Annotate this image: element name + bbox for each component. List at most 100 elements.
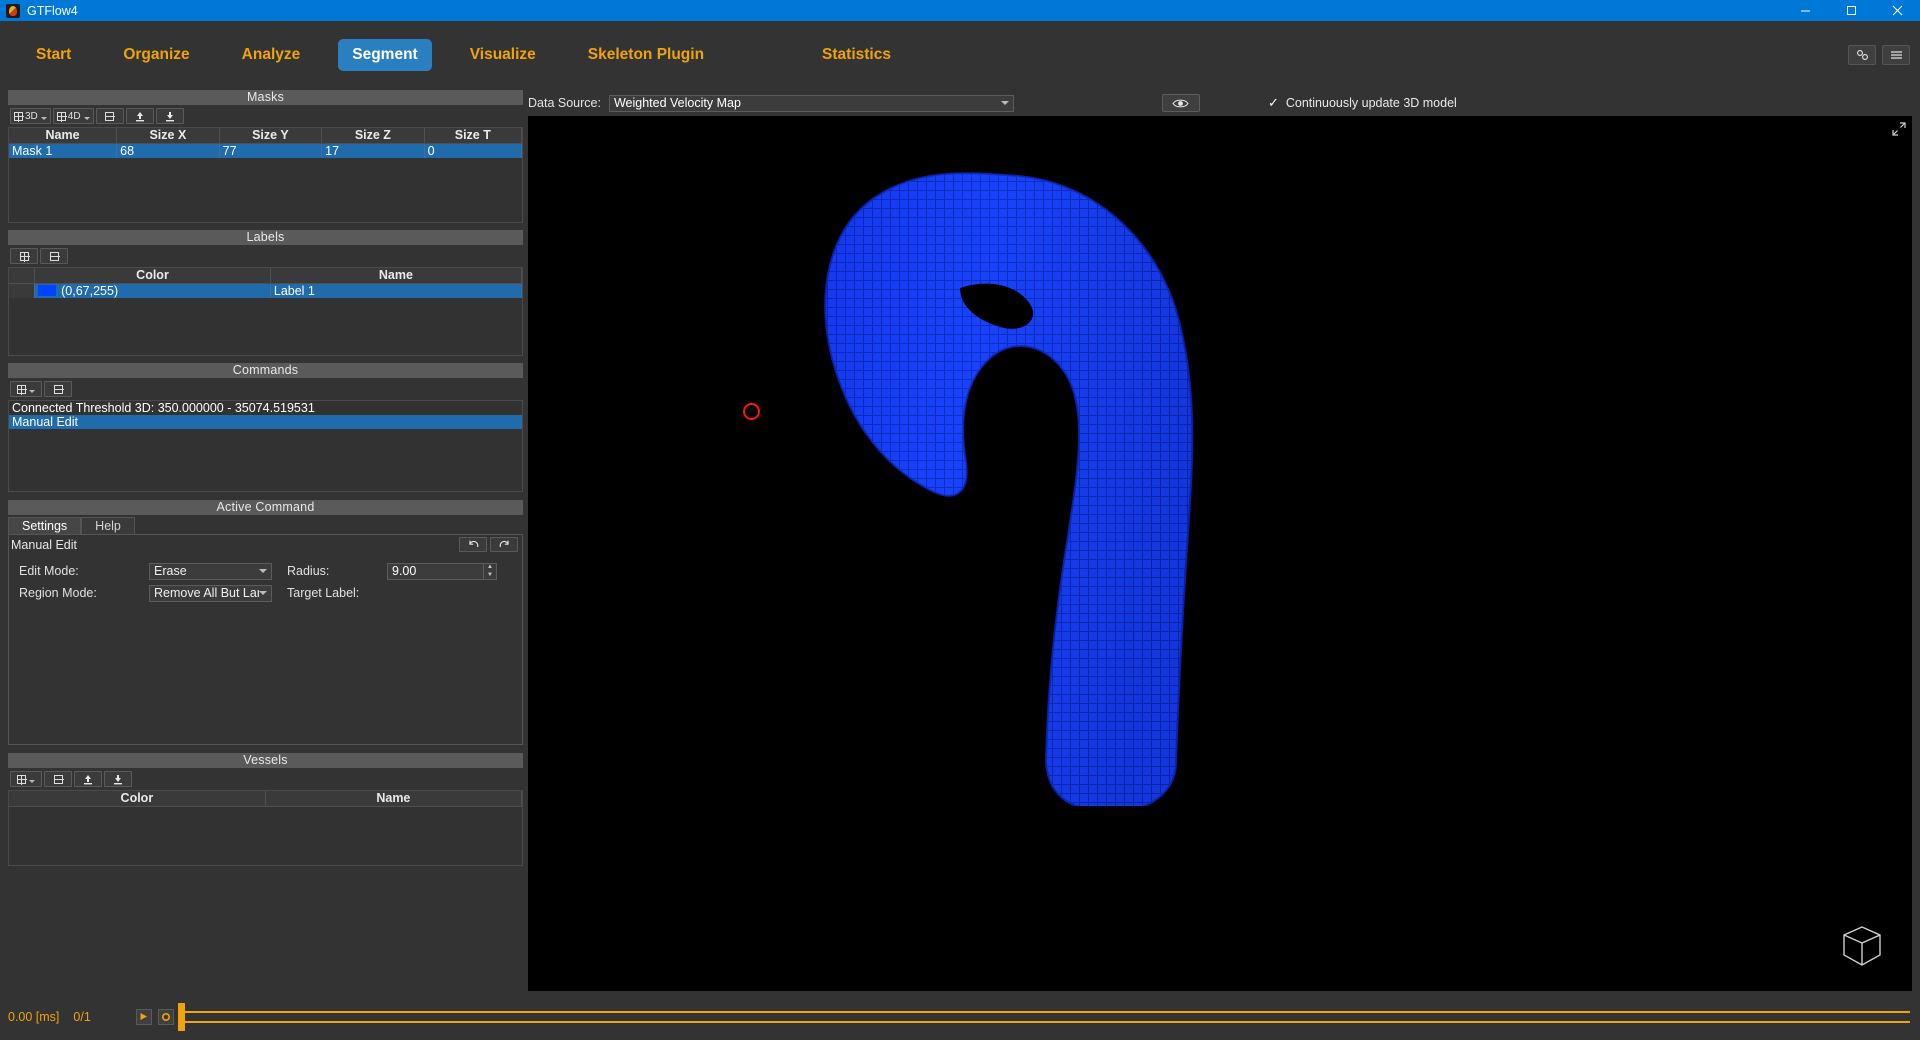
masks-col-size-y[interactable]: Size Y	[219, 128, 323, 144]
close-icon[interactable]	[1874, 0, 1920, 21]
table-row[interactable]: Mask 1 68 77 17 0	[9, 143, 523, 158]
maximize-icon[interactable]	[1828, 0, 1874, 21]
data-source-select[interactable]: Weighted Velocity Map	[608, 94, 1014, 112]
mask-size-t-cell[interactable]: 0	[424, 143, 523, 158]
settings-gears-icon[interactable]	[1848, 44, 1876, 65]
aorta-voxel-model	[824, 172, 1194, 806]
chevron-down-icon	[1000, 101, 1009, 105]
timeline-track[interactable]	[177, 999, 1910, 1035]
ribbon-tab-list: Start Organize Analyze Segment Visualize…	[0, 38, 917, 71]
export-vessel-button[interactable]	[104, 771, 132, 787]
active-command-tabs: Settings Help	[8, 517, 523, 534]
commands-toolbar	[8, 378, 523, 400]
radius-spin-buttons[interactable]: ▲ ▼	[483, 563, 496, 579]
active-command-panel: Active Command Settings Help Manual Edit	[8, 500, 523, 745]
minimize-icon[interactable]	[1782, 0, 1828, 21]
minus-box-icon	[105, 111, 116, 121]
labels-col-name[interactable]: Name	[270, 268, 523, 284]
add-label-button[interactable]	[10, 248, 38, 264]
masks-table-empty-area	[9, 158, 522, 222]
masks-table-header: Name Size X Size Y Size Z Size T	[9, 128, 523, 144]
label-color-cell[interactable]: (0,67,255)	[34, 283, 271, 298]
radius-stepper[interactable]: 9.00 ▲ ▼	[387, 562, 497, 580]
list-item[interactable]: Manual Edit	[9, 415, 522, 429]
tab-analyze[interactable]: Analyze	[228, 39, 315, 71]
active-command-name: Manual Edit	[11, 537, 78, 552]
region-mode-select[interactable]: Remove All But Largest	[149, 584, 272, 602]
continuous-update-checkbox[interactable]: ✓ Continuously update 3D model	[1268, 95, 1457, 111]
gear-icon[interactable]	[157, 1008, 174, 1025]
orientation-cube-icon[interactable]	[1836, 923, 1888, 969]
gtflow-logo-icon	[6, 3, 20, 18]
labels-col-color[interactable]: Color	[34, 268, 271, 284]
remove-label-button[interactable]	[40, 248, 68, 264]
label-name-cell[interactable]: Label 1	[270, 283, 523, 298]
spin-up-icon[interactable]: ▲	[484, 564, 496, 572]
timeline-frame-counter: 0/1	[73, 1009, 91, 1024]
commands-panel: Commands Connected Threshold 3D: 350.000…	[8, 363, 523, 492]
add-4d-mask-button[interactable]: 4D	[52, 108, 94, 124]
tab-organize[interactable]: Organize	[109, 39, 203, 71]
vessels-table[interactable]: Color Name	[8, 790, 523, 866]
timeline-line	[177, 1010, 1910, 1023]
vessels-col-name[interactable]: Name	[265, 791, 523, 807]
timeline-handle[interactable]	[177, 1002, 185, 1031]
mask-size-y-cell[interactable]: 77	[219, 143, 323, 158]
3d-viewport[interactable]	[528, 116, 1912, 991]
tab-statistics[interactable]: Statistics	[808, 39, 905, 71]
eye-icon[interactable]	[1161, 94, 1200, 112]
vessels-panel-title: Vessels	[8, 753, 523, 768]
active-command-form: Edit Mode: Erase Radius: 9.00 ▲ ▼ Region…	[9, 554, 522, 604]
labels-table[interactable]: Color Name (0,67,255) Label 1	[8, 267, 523, 356]
play-icon[interactable]	[135, 1008, 152, 1025]
edit-mode-value: Erase	[154, 564, 187, 578]
mask-name-cell[interactable]: Mask 1	[9, 143, 118, 158]
window-title: GTFlow4	[27, 3, 78, 18]
undo-icon[interactable]	[459, 537, 487, 552]
masks-col-name[interactable]: Name	[9, 128, 118, 144]
ribbon-bar: Start Organize Analyze Segment Visualize…	[0, 21, 1920, 88]
tab-segment[interactable]: Segment	[338, 38, 432, 71]
add-command-button[interactable]	[10, 381, 42, 397]
masks-table[interactable]: Name Size X Size Y Size Z Size T Mask 1 …	[8, 127, 523, 223]
data-source-label: Data Source:	[528, 96, 601, 110]
tab-settings[interactable]: Settings	[8, 517, 82, 534]
chevron-down-icon	[259, 569, 267, 573]
brush-cursor-circle	[743, 403, 760, 420]
add-vessel-button[interactable]	[10, 771, 42, 787]
list-item[interactable]: Connected Threshold 3D: 350.000000 - 350…	[9, 401, 522, 415]
vessels-col-color[interactable]: Color	[9, 791, 266, 807]
plus-box-icon	[17, 774, 27, 785]
spin-down-icon[interactable]: ▼	[484, 571, 496, 579]
label-color-swatch	[38, 284, 57, 296]
edit-mode-select[interactable]: Erase	[149, 562, 272, 580]
target-label-label: Target Label:	[287, 586, 360, 600]
masks-col-size-t[interactable]: Size T	[424, 128, 523, 144]
add-3d-mask-label: 3D	[25, 110, 38, 122]
mask-size-z-cell[interactable]: 17	[321, 143, 425, 158]
table-row[interactable]: (0,67,255) Label 1	[9, 283, 523, 298]
main-body: Masks 3D 4D Name Size X Size Y Size Z Si…	[0, 88, 1920, 993]
commands-list[interactable]: Connected Threshold 3D: 350.000000 - 350…	[8, 400, 523, 492]
radius-value[interactable]: 9.00	[388, 564, 483, 579]
masks-col-size-z[interactable]: Size Z	[321, 128, 425, 144]
tab-help[interactable]: Help	[81, 517, 135, 534]
import-mask-button[interactable]	[125, 108, 154, 124]
masks-col-size-x[interactable]: Size X	[116, 128, 220, 144]
remove-vessel-button[interactable]	[44, 771, 72, 787]
labels-panel: Labels Color Name (0,67,255) Label 1	[8, 230, 523, 356]
hamburger-menu-icon[interactable]	[1882, 44, 1910, 65]
remove-mask-button[interactable]	[95, 108, 124, 124]
remove-command-button[interactable]	[44, 381, 72, 397]
add-3d-mask-button[interactable]: 3D	[10, 108, 51, 124]
export-mask-button[interactable]	[155, 108, 184, 124]
tab-start[interactable]: Start	[22, 39, 85, 71]
import-vessel-button[interactable]	[74, 771, 102, 787]
tab-skeleton-plugin[interactable]: Skeleton Plugin	[574, 39, 718, 71]
mask-size-x-cell[interactable]: 68	[116, 143, 220, 158]
viewer-panel: Data Source: Weighted Velocity Map ✓ Con…	[528, 90, 1912, 993]
redo-icon[interactable]	[490, 537, 518, 552]
minus-box-icon	[53, 774, 64, 784]
tab-visualize[interactable]: Visualize	[456, 39, 550, 71]
active-command-title: Active Command	[8, 500, 523, 515]
